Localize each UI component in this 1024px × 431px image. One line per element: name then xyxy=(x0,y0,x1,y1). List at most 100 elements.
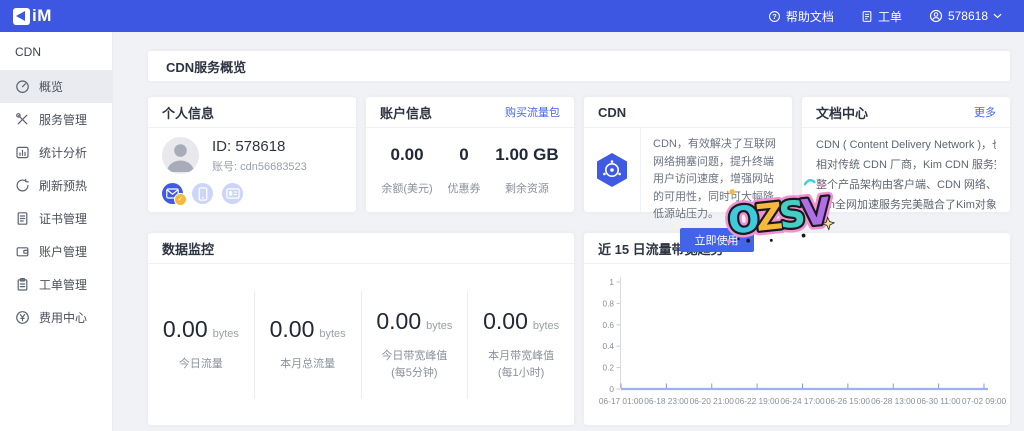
svg-text:07-02 09:00: 07-02 09:00 xyxy=(962,396,1007,406)
svg-text:0.8: 0.8 xyxy=(602,298,614,308)
remaining-resource-label: 剩余资源 xyxy=(495,180,558,196)
certificate-icon xyxy=(15,211,30,226)
page-title: CDN服务概览 xyxy=(166,57,246,76)
svg-text:06-17 01:00: 06-17 01:00 xyxy=(599,396,644,406)
sidebar-item-refresh[interactable]: 刷新预热 xyxy=(0,169,112,202)
today-bandwidth-peak-value: 0.00 xyxy=(376,308,421,334)
cdn-card-header: CDN xyxy=(584,97,792,128)
coupon-label: 优惠券 xyxy=(448,180,481,196)
clipboard-icon xyxy=(15,277,30,292)
chevron-down-icon xyxy=(993,13,1002,19)
help-docs-link[interactable]: ? 帮助文档 xyxy=(768,8,834,25)
svg-text:0.4: 0.4 xyxy=(602,341,614,351)
user-id-label: 578618 xyxy=(948,9,988,23)
id-card-icon xyxy=(226,188,240,199)
top-header: iM ? 帮助文档 工单 578618 xyxy=(0,0,1024,32)
sidebar-item-overview[interactable]: 概览 xyxy=(0,70,112,103)
phone-icon xyxy=(198,187,208,201)
id-card-button[interactable] xyxy=(222,183,243,204)
today-bandwidth-peak-unit: bytes xyxy=(426,320,452,332)
cdn-hexagon-icon xyxy=(594,151,630,189)
kim-logo-k-icon xyxy=(13,8,30,25)
trend-chart-body: 10.80.60.40.2006-17 01:0006-18 23:0006-2… xyxy=(584,264,1010,425)
trend-chart-card: 近 15 日流量带宽趋势 10.80.60.40.2006-17 01:0006… xyxy=(584,233,1010,425)
phone-bind-button[interactable] xyxy=(192,183,213,204)
today-traffic-stat: 0.00 bytes 今日流量 xyxy=(148,316,254,373)
data-monitor-title: 数据监控 xyxy=(162,239,214,258)
data-monitor-header: 数据监控 xyxy=(148,233,574,264)
svg-text:06-18 23:00: 06-18 23:00 xyxy=(644,396,689,406)
balance-label: 余额(美元) xyxy=(381,180,432,196)
user-id-value: ID: 578618 xyxy=(212,138,307,155)
docs-center-title: 文档中心 xyxy=(816,103,868,122)
kim-logo[interactable]: iM xyxy=(0,6,52,26)
svg-text:06-24 17:00: 06-24 17:00 xyxy=(780,396,825,406)
doc-link-item[interactable]: CDN ( Content Delivery Network )，也即内容分发.… xyxy=(816,135,996,155)
svg-text:06-28 13:00: 06-28 13:00 xyxy=(871,396,916,406)
docs-more-link[interactable]: 更多 xyxy=(974,104,996,120)
avatar-person-icon xyxy=(162,137,199,174)
remaining-resource-value: 1.00 GB xyxy=(495,145,558,165)
sidebar-item-label: 证书管理 xyxy=(39,210,87,227)
data-monitor-body: 0.00bytes 今日流量 0.00bytes 本月总流量 0.00bytes… xyxy=(148,264,574,425)
ticket-doc-icon xyxy=(861,10,873,23)
balance-stat: 0.00 余额(美元) xyxy=(381,145,432,196)
sidebar-item-statistics[interactable]: 统计分析 xyxy=(0,136,112,169)
today-bandwidth-peak-sub: (每5分钟) xyxy=(362,365,468,382)
today-traffic-label: 今日流量 xyxy=(179,358,223,370)
ticket-link[interactable]: 工单 xyxy=(861,8,902,25)
sidebar-item-service[interactable]: 服务管理 xyxy=(0,103,112,136)
help-docs-label: 帮助文档 xyxy=(786,8,834,25)
coin-icon xyxy=(15,310,30,325)
refresh-icon xyxy=(15,178,30,193)
page-title-bar: CDN服务概览 xyxy=(148,51,1010,81)
cdn-description: CDN，有效解决了互联网网络拥塞问题，提升终端用户访问速度，增强网站的可用性，同… xyxy=(653,136,780,224)
doc-link-item[interactable]: Kim全网加速服务完美融合了Kim对象存储和 CDN ... xyxy=(816,195,996,215)
sidebar-item-label: 概览 xyxy=(39,78,63,95)
coupon-value: 0 xyxy=(448,145,481,165)
trend-line-chart[interactable]: 10.80.60.40.2006-17 01:0006-18 23:0006-2… xyxy=(588,269,1007,419)
svg-text:06-30 11:00: 06-30 11:00 xyxy=(917,396,961,406)
user-circle-icon xyxy=(929,9,943,23)
kim-logo-text: iM xyxy=(32,6,52,26)
docs-center-header: 文档中心 更多 xyxy=(802,97,1010,128)
today-traffic-value: 0.00 xyxy=(163,316,208,342)
trend-chart-header: 近 15 日流量带宽趋势 xyxy=(584,233,1010,264)
email-verified-button[interactable]: ✓ xyxy=(162,183,183,204)
svg-text:0.2: 0.2 xyxy=(602,363,614,373)
sidebar-item-workorder[interactable]: 工单管理 xyxy=(0,268,112,301)
today-traffic-unit: bytes xyxy=(213,328,239,340)
sidebar-item-label: 刷新预热 xyxy=(39,177,87,194)
remaining-resource-stat: 1.00 GB 剩余资源 xyxy=(495,145,558,196)
month-traffic-stat: 0.00bytes 本月总流量 xyxy=(255,316,361,373)
cards-row-1: 个人信息 ID: 578618 账号: cdn56683523 ✓ xyxy=(148,97,1010,212)
today-bandwidth-peak-stat: 0.00 bytes 今日带宽峰值(每5分钟) xyxy=(362,308,468,381)
coupon-stat: 0 优惠券 xyxy=(448,145,481,196)
main-content: CDN服务概览 个人信息 ID: 578618 账号: cdn56683523 xyxy=(112,32,1024,431)
svg-text:06-22 19:00: 06-22 19:00 xyxy=(735,396,780,406)
sidebar-item-certificate[interactable]: 证书管理 xyxy=(0,202,112,235)
buy-traffic-package-link[interactable]: 购买流量包 xyxy=(505,104,560,120)
user-menu[interactable]: 578618 xyxy=(929,9,1002,23)
sidebar-item-label: 统计分析 xyxy=(39,144,87,161)
today-bandwidth-peak-label: 今日带宽峰值 xyxy=(362,348,468,365)
use-now-button[interactable]: 立即使用 xyxy=(680,228,754,252)
cdn-card-body: CDN，有效解决了互联网网络拥塞问题，提升终端用户访问速度，增强网站的可用性，同… xyxy=(584,128,792,212)
sidebar-item-billing[interactable]: 费用中心 xyxy=(0,301,112,334)
doc-link-item[interactable]: 相对传统 CDN 厂商，Kim CDN 服务完全实现全自... xyxy=(816,155,996,175)
account-info-body: 0.00 余额(美元) 0 优惠券 1.00 GB 剩余资源 xyxy=(366,128,574,212)
month-traffic-unit: bytes xyxy=(319,328,345,340)
personal-info-card: 个人信息 ID: 578618 账号: cdn56683523 ✓ xyxy=(148,97,356,212)
personal-info-body: ID: 578618 账号: cdn56683523 ✓ xyxy=(148,128,356,212)
cdn-card-title: CDN xyxy=(598,105,626,120)
cards-row-2: 数据监控 0.00 bytes 今日流量 0.00bytes 本月总流量 0.00… xyxy=(148,233,1010,425)
doc-link-item[interactable]: 整个产品架构由客户端、CDN 网络、企业源站、... xyxy=(816,175,996,195)
personal-info-title: 个人信息 xyxy=(162,103,214,122)
personal-info-header: 个人信息 xyxy=(148,97,356,128)
gauge-icon xyxy=(15,79,30,94)
month-bandwidth-peak-stat: 0.00bytes 本月带宽峰值(每1小时) xyxy=(468,308,574,381)
sidebar-item-account[interactable]: 账户管理 xyxy=(0,235,112,268)
account-info-card: 账户信息 购买流量包 0.00 余额(美元) 0 优惠券 1.00 GB 剩余资… xyxy=(366,97,574,212)
user-account-value: 账号: cdn56683523 xyxy=(212,158,307,174)
svg-text:?: ? xyxy=(772,12,777,21)
